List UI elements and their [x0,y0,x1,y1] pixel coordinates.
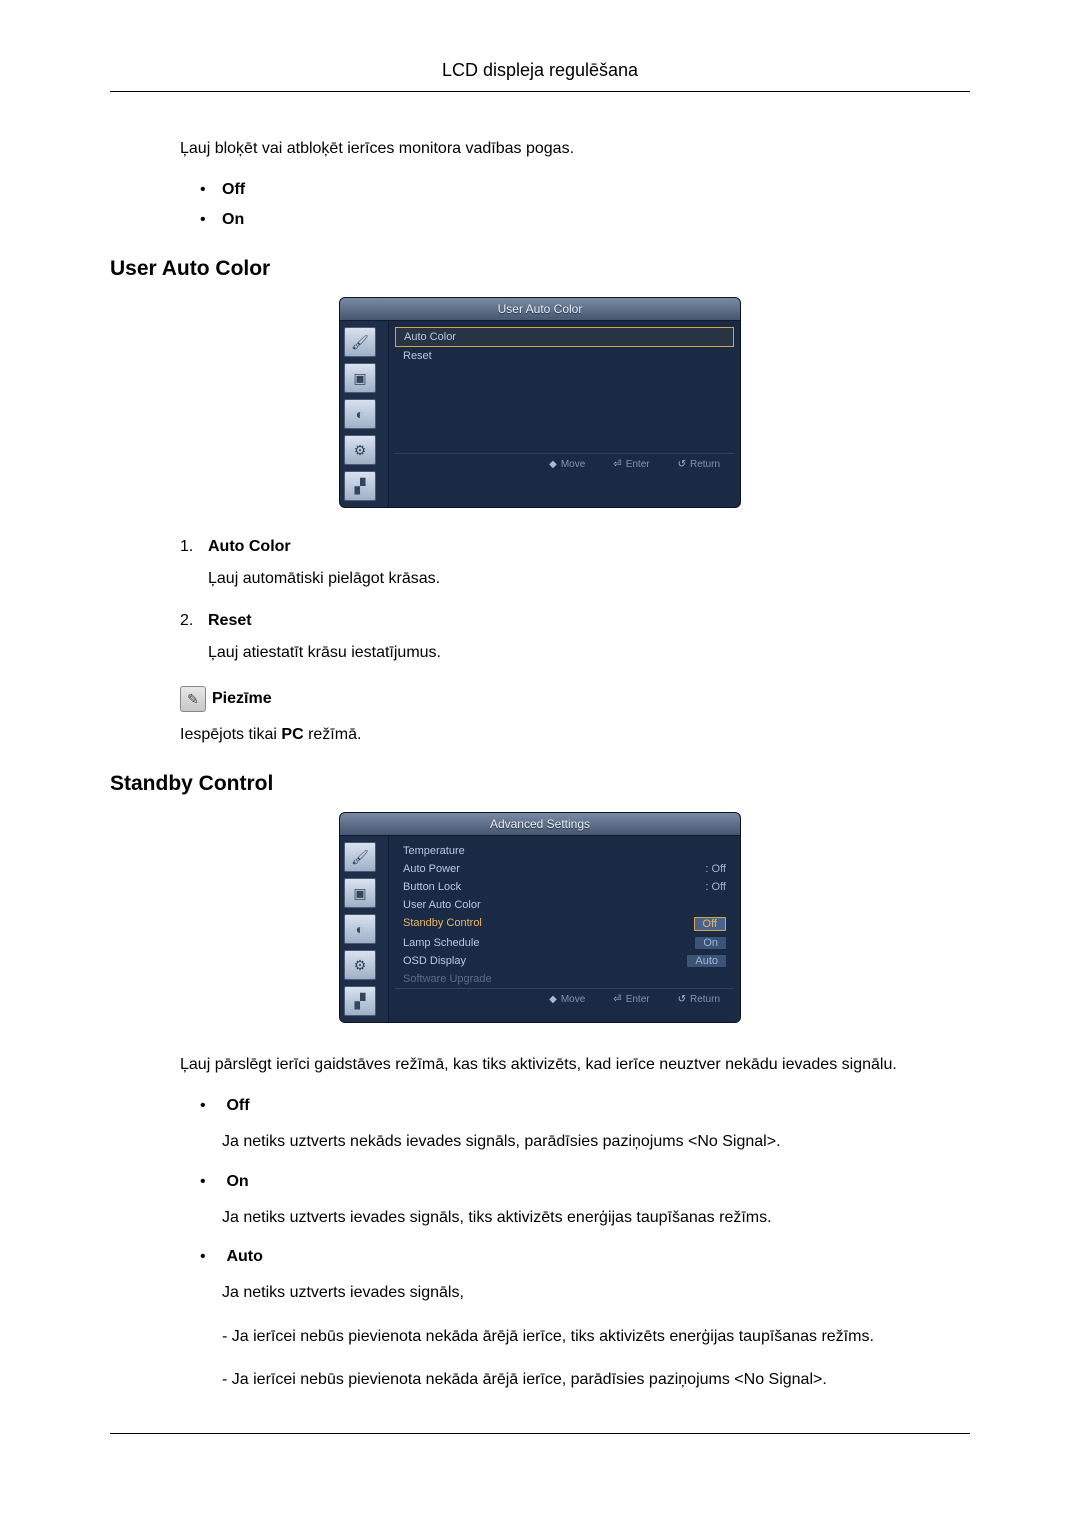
section-user-auto-color-heading: User Auto Color [110,257,970,281]
osd2-software-upgrade: Software Upgrade [395,970,734,988]
osd2-osd-display[interactable]: OSD DisplayAuto [395,952,734,970]
osd-footer: ◆Move ⏎Enter ↺Return [395,453,734,474]
section-standby-control-heading: Standby Control [110,772,970,796]
standby-auto-desc2: - Ja ierīcei nebūs pievienota nekāda ārē… [222,1324,970,1350]
standby-desc: Ļauj pārslēgt ierīci gaidstāves režīmā, … [180,1053,970,1077]
gear-icon: ⚙ [344,950,376,980]
intro-bullet-on: On [222,211,244,228]
move-icon: ◆ [549,994,557,1005]
standby-auto-desc3: - Ja ierīcei nebūs pievienota nekāda ārē… [222,1367,970,1393]
standby-on-desc: Ja netiks uztverts ievades signāls, tiks… [222,1205,970,1231]
gear-icon: ⚙ [344,435,376,465]
osd2-menu: Temperature Auto Power: Off Button Lock:… [389,836,740,1022]
note-icon: ✎ [180,686,206,712]
osd-menu: Auto Color Reset ◆Move ⏎Enter ↺Return [389,321,740,507]
standby-bullets: Off Ja netiks uztverts nekāds ievades si… [200,1097,970,1393]
osd2-auto-power[interactable]: Auto Power: Off [395,860,734,878]
standby-auto-desc1: Ja netiks uztverts ievades signāls, [222,1280,970,1306]
return-icon: ↺ [678,459,686,470]
osd-user-auto-color: User Auto Color 🖌 ▣ ◐ ⚙ ▞ Auto Color Res… [339,297,741,508]
osd2-button-lock[interactable]: Button Lock: Off [395,878,734,896]
standby-off-desc: Ja netiks uztverts nekāds ievades signāl… [222,1129,970,1155]
pip-icon: ▞ [344,471,376,501]
note-text: Iespējots tikai PC režīmā. [180,726,970,744]
numbered-list: 1.Auto Color Ļauj automātiski pielāgot k… [180,538,970,662]
osd-title: User Auto Color [340,298,740,321]
note-label: Piezīme [212,690,272,708]
num-auto-color: Auto Color [208,538,291,555]
move-icon: ◆ [549,459,557,470]
osd2-sidebar: 🖌 ▣ ◐ ⚙ ▞ [340,836,389,1022]
osd-item-reset[interactable]: Reset [395,347,734,365]
osd-advanced-settings: Advanced Settings 🖌 ▣ ◐ ⚙ ▞ Temperature … [339,812,741,1023]
num-reset-desc: Ļauj atiestatīt krāsu iestatījumus. [208,644,970,662]
paint-icon: 🖌 [344,842,376,872]
standby-off: Off [226,1097,249,1114]
footer-divider [110,1433,970,1434]
osd2-temperature[interactable]: Temperature [395,842,734,860]
intro-text: Ļauj bloķēt vai atbloķēt ierīces monitor… [180,137,970,161]
intro-bullets: Off On [200,181,970,229]
osd2-standby-control[interactable]: Standby ControlOff [395,914,734,934]
clock-icon: ◐ [344,914,376,944]
osd-item-auto-color[interactable]: Auto Color [395,327,734,347]
page-header: LCD displeja regulēšana [110,60,970,92]
num-auto-color-desc: Ļauj automātiski pielāgot krāsas. [208,570,970,588]
paint-icon: 🖌 [344,327,376,357]
enter-icon: ⏎ [613,994,621,1005]
num-reset: Reset [208,612,252,629]
osd2-footer: ◆Move ⏎Enter ↺Return [395,988,734,1009]
osd2-title: Advanced Settings [340,813,740,836]
standby-on: On [226,1173,248,1190]
clock-icon: ◐ [344,399,376,429]
osd2-user-auto-color[interactable]: User Auto Color [395,896,734,914]
picture-icon: ▣ [344,878,376,908]
picture-icon: ▣ [344,363,376,393]
intro-bullet-off: Off [222,181,245,198]
enter-icon: ⏎ [613,459,621,470]
osd-sidebar: 🖌 ▣ ◐ ⚙ ▞ [340,321,389,507]
return-icon: ↺ [678,994,686,1005]
standby-auto: Auto [226,1248,262,1265]
osd2-lamp-schedule[interactable]: Lamp ScheduleOn [395,934,734,952]
pip-icon: ▞ [344,986,376,1016]
